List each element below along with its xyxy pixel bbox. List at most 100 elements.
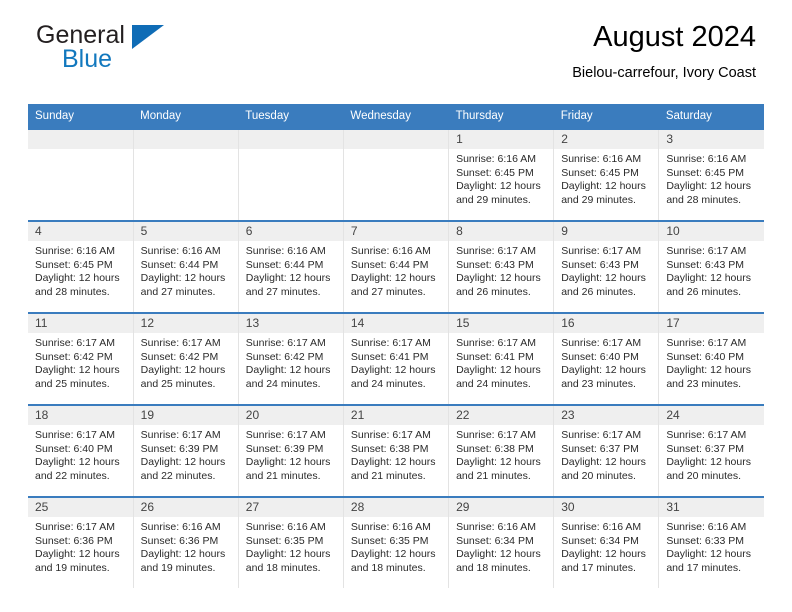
calendar-day-cell[interactable]: 25 Sunrise: 6:17 AM Sunset: 6:36 PM Dayligh…: [28, 496, 134, 588]
sunset-time: Sunset: 6:42 PM: [140, 350, 219, 363]
calendar-day-cell[interactable]: 29 Sunrise: 6:16 AM Sunset: 6:34 PM Dayligh…: [448, 496, 555, 588]
sunset-time: Sunset: 6:36 PM: [140, 534, 219, 547]
calendar-day-cell[interactable]: 28 Sunrise: 6:16 AM Sunset: 6:35 PM Dayligh…: [342, 496, 450, 588]
calendar-day-cell[interactable]: 26 Sunrise: 6:16 AM Sunset: 6:36 PM Dayligh…: [132, 496, 239, 588]
day-number: 13: [238, 314, 343, 333]
calendar-day-cell[interactable]: 19 Sunrise: 6:17 AM Sunset: 6:39 PM Dayligh…: [132, 404, 239, 497]
day-details: Sunrise: 6:17 AM Sunset: 6:43 PM Daylight:…: [554, 241, 658, 299]
calendar-day-cell[interactable]: 15 Sunrise: 6:17 AM Sunset: 6:41 PM Dayligh…: [448, 312, 555, 405]
sunrise-time: Sunrise: 6:17 AM: [561, 245, 642, 257]
day-number: [238, 130, 343, 149]
sunset-time: Sunset: 6:40 PM: [35, 442, 113, 455]
calendar-day-cell[interactable]: 9 Sunrise: 6:17 AM Sunset: 6:43 PM Daylight…: [553, 220, 660, 313]
day-number: 30: [554, 498, 659, 517]
daylight-duration-line1: Daylight: 12 hours: [561, 364, 646, 377]
day-details: Sunrise: 6:16 AM Sunset: 6:45 PM Daylight:…: [449, 149, 553, 207]
daylight-duration-line1: Daylight: 12 hours: [456, 272, 541, 285]
day-number: 5: [133, 222, 238, 241]
calendar-day-cell[interactable]: 17 Sunrise: 6:17 AM Sunset: 6:40 PM Dayligh…: [658, 312, 764, 405]
day-number: 17: [659, 314, 764, 333]
sunrise-time: Sunrise: 6:17 AM: [456, 337, 537, 349]
daylight-duration-line2: and 21 minutes.: [456, 469, 531, 482]
sunset-time: Sunset: 6:34 PM: [561, 534, 639, 547]
sunrise-time: Sunrise: 6:17 AM: [140, 429, 221, 441]
calendar-day-cell[interactable]: 14 Sunrise: 6:17 AM Sunset: 6:41 PM Dayligh…: [342, 312, 450, 405]
day-number: 1: [449, 130, 554, 149]
calendar-day-cell[interactable]: 2 Sunrise: 6:16 AM Sunset: 6:45 PM Daylight…: [553, 128, 660, 221]
calendar-day-cell[interactable]: 18 Sunrise: 6:17 AM Sunset: 6:40 PM Dayligh…: [28, 404, 134, 497]
daylight-duration-line2: and 28 minutes.: [35, 285, 110, 298]
calendar-day-cell[interactable]: 21 Sunrise: 6:17 AM Sunset: 6:38 PM Dayligh…: [342, 404, 450, 497]
sunset-time: Sunset: 6:45 PM: [35, 258, 113, 271]
calendar-day-cell[interactable]: 22 Sunrise: 6:17 AM Sunset: 6:38 PM Dayligh…: [448, 404, 555, 497]
weekday-header-tuesday: Tuesday: [238, 104, 344, 129]
calendar-cell-empty: [237, 128, 344, 221]
sunrise-time: Sunrise: 6:17 AM: [245, 429, 326, 441]
sunrise-time: Sunrise: 6:17 AM: [140, 337, 221, 349]
day-details: Sunrise: 6:17 AM Sunset: 6:43 PM Daylight:…: [449, 241, 553, 299]
calendar-day-cell[interactable]: 10 Sunrise: 6:17 AM Sunset: 6:43 PM Dayligh…: [658, 220, 764, 313]
calendar-day-cell[interactable]: 7 Sunrise: 6:16 AM Sunset: 6:44 PM Daylight…: [342, 220, 450, 313]
daylight-duration-line2: and 26 minutes.: [456, 285, 531, 298]
day-details: Sunrise: 6:16 AM Sunset: 6:34 PM Daylight:…: [554, 517, 658, 575]
calendar-header: Sunday Monday Tuesday Wednesday Thursday…: [28, 104, 764, 129]
day-details: Sunrise: 6:16 AM Sunset: 6:44 PM Daylight:…: [344, 241, 448, 299]
day-number: 28: [343, 498, 449, 517]
calendar-day-cell[interactable]: 1 Sunrise: 6:16 AM Sunset: 6:45 PM Daylight…: [448, 128, 555, 221]
day-number: 8: [449, 222, 554, 241]
daylight-duration-line2: and 22 minutes.: [140, 469, 216, 482]
daylight-duration-line2: and 29 minutes.: [561, 193, 636, 206]
day-details: Sunrise: 6:17 AM Sunset: 6:37 PM Daylight:…: [554, 425, 658, 483]
daylight-duration-line2: and 17 minutes.: [666, 561, 742, 574]
daylight-duration-line2: and 26 minutes.: [561, 285, 636, 298]
sunset-time: Sunset: 6:40 PM: [561, 350, 639, 363]
day-number: [343, 130, 449, 149]
daylight-duration-line2: and 24 minutes.: [456, 377, 531, 390]
calendar-day-cell[interactable]: 20 Sunrise: 6:17 AM Sunset: 6:39 PM Dayligh…: [237, 404, 344, 497]
day-number: 29: [449, 498, 554, 517]
day-details: Sunrise: 6:17 AM Sunset: 6:43 PM Daylight:…: [659, 241, 764, 299]
calendar-week-row: 1 Sunrise: 6:16 AM Sunset: 6:45 PM Daylight…: [28, 128, 764, 221]
sunrise-time: Sunrise: 6:17 AM: [666, 429, 747, 441]
daylight-duration-line1: Daylight: 12 hours: [456, 548, 541, 561]
calendar-day-cell[interactable]: 11 Sunrise: 6:17 AM Sunset: 6:42 PM Dayligh…: [28, 312, 134, 405]
daylight-duration-line2: and 17 minutes.: [561, 561, 636, 574]
sunset-time: Sunset: 6:43 PM: [561, 258, 639, 271]
daylight-duration-line2: and 25 minutes.: [35, 377, 110, 390]
calendar-day-cell[interactable]: 27 Sunrise: 6:16 AM Sunset: 6:35 PM Dayligh…: [237, 496, 344, 588]
day-details: Sunrise: 6:16 AM Sunset: 6:45 PM Daylight:…: [28, 241, 133, 299]
logo-text-blue: Blue: [62, 45, 113, 73]
calendar-day-cell[interactable]: 30 Sunrise: 6:16 AM Sunset: 6:34 PM Dayligh…: [553, 496, 660, 588]
calendar-day-cell[interactable]: 6 Sunrise: 6:16 AM Sunset: 6:44 PM Daylight…: [237, 220, 344, 313]
daylight-duration-line1: Daylight: 12 hours: [245, 548, 331, 561]
daylight-duration-line2: and 22 minutes.: [35, 469, 110, 482]
calendar-day-cell[interactable]: 3 Sunrise: 6:16 AM Sunset: 6:45 PM Daylight…: [658, 128, 764, 221]
sunrise-time: Sunrise: 6:16 AM: [561, 521, 642, 533]
calendar-day-cell[interactable]: 24 Sunrise: 6:17 AM Sunset: 6:37 PM Dayligh…: [658, 404, 764, 497]
sunset-time: Sunset: 6:44 PM: [350, 258, 429, 271]
calendar-day-cell[interactable]: 12 Sunrise: 6:17 AM Sunset: 6:42 PM Dayligh…: [132, 312, 239, 405]
daylight-duration-line2: and 18 minutes.: [350, 561, 426, 574]
sunrise-time: Sunrise: 6:17 AM: [35, 337, 115, 349]
day-number: 3: [659, 130, 764, 149]
day-details: Sunrise: 6:17 AM Sunset: 6:41 PM Daylight:…: [344, 333, 448, 391]
sunrise-time: Sunrise: 6:17 AM: [456, 245, 537, 257]
daylight-duration-line1: Daylight: 12 hours: [245, 456, 331, 469]
daylight-duration-line2: and 19 minutes.: [140, 561, 216, 574]
daylight-duration-line1: Daylight: 12 hours: [350, 272, 436, 285]
day-details: Sunrise: 6:16 AM Sunset: 6:35 PM Daylight:…: [344, 517, 448, 575]
weekday-header-monday: Monday: [133, 104, 239, 129]
calendar-day-cell[interactable]: 31 Sunrise: 6:16 AM Sunset: 6:33 PM Dayligh…: [658, 496, 764, 588]
calendar-day-cell[interactable]: 8 Sunrise: 6:17 AM Sunset: 6:43 PM Daylight…: [448, 220, 555, 313]
calendar-day-cell[interactable]: 4 Sunrise: 6:16 AM Sunset: 6:45 PM Daylight…: [28, 220, 134, 313]
general-blue-logo[interactable]: General Blue: [36, 22, 266, 78]
calendar-day-cell[interactable]: 16 Sunrise: 6:17 AM Sunset: 6:40 PM Dayligh…: [553, 312, 660, 405]
page-title: August 2024: [593, 21, 756, 53]
day-number: 4: [28, 222, 133, 241]
calendar-day-cell[interactable]: 13 Sunrise: 6:17 AM Sunset: 6:42 PM Dayligh…: [237, 312, 344, 405]
daylight-duration-line1: Daylight: 12 hours: [35, 272, 120, 285]
calendar-day-cell[interactable]: 23 Sunrise: 6:17 AM Sunset: 6:37 PM Dayligh…: [553, 404, 660, 497]
daylight-duration-line1: Daylight: 12 hours: [35, 548, 120, 561]
calendar-day-cell[interactable]: 5 Sunrise: 6:16 AM Sunset: 6:44 PM Daylight…: [132, 220, 239, 313]
day-details: Sunrise: 6:17 AM Sunset: 6:42 PM Daylight:…: [239, 333, 343, 391]
